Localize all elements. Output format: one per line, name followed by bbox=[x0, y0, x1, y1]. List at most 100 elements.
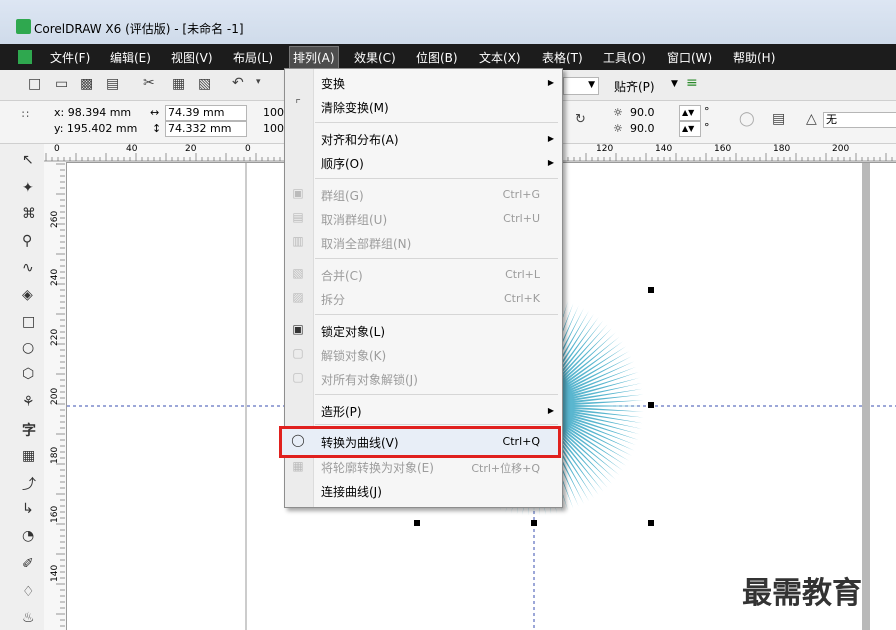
save-icon[interactable]: ▩ bbox=[80, 76, 93, 92]
angle-start-spinner[interactable]: ▲▼ bbox=[679, 105, 701, 121]
selection-handle[interactable] bbox=[648, 287, 654, 293]
alignment-guides-icon[interactable]: ≡ bbox=[686, 75, 698, 91]
polygon-tool-icon[interactable]: ⬡ bbox=[22, 366, 34, 382]
y-position-field[interactable]: y: 195.402 mm bbox=[54, 122, 137, 135]
menu-item-group[interactable]: 群组(G) bbox=[321, 187, 364, 204]
angle-end-field[interactable]: 90.0 bbox=[630, 122, 655, 135]
width-field[interactable]: 74.39 mm bbox=[165, 105, 247, 121]
menu-item-outline-to-object[interactable]: 将轮廓转换为对象(E) bbox=[321, 459, 434, 476]
undo-icon[interactable]: ↶ bbox=[232, 75, 244, 91]
app-menu-icon[interactable] bbox=[18, 50, 32, 64]
ungroup-all-icon: ▥ bbox=[292, 234, 304, 248]
cut-icon[interactable]: ✂ bbox=[143, 75, 155, 91]
menu-item-unlock-all[interactable]: 对所有对象解锁(J) bbox=[321, 371, 418, 388]
snap-dropdown-icon[interactable]: ▼ bbox=[671, 79, 678, 89]
crop-tool-icon[interactable]: ⌘ bbox=[22, 206, 36, 222]
menu-item-align-distribute[interactable]: 对齐和分布(A) bbox=[321, 131, 399, 148]
menu-text[interactable]: 文本(X) bbox=[479, 49, 521, 66]
scale-y-field[interactable]: 100 bbox=[263, 122, 284, 135]
submenu-arrow-icon: ▶ bbox=[547, 134, 554, 143]
fill-tool-icon[interactable]: ♨ bbox=[22, 610, 35, 626]
chevron-down-icon: ▼ bbox=[588, 80, 595, 90]
outline-tool-icon[interactable]: ♢ bbox=[22, 584, 35, 600]
menu-file[interactable]: 文件(F) bbox=[50, 49, 90, 66]
snap-to-label[interactable]: 贴齐(P) bbox=[614, 78, 655, 95]
menu-table[interactable]: 表格(T) bbox=[542, 49, 583, 66]
menu-window[interactable]: 窗口(W) bbox=[667, 49, 712, 66]
basic-shapes-icon[interactable]: ⚘ bbox=[22, 394, 35, 410]
selection-handle[interactable] bbox=[531, 520, 537, 526]
rectangle-tool-icon[interactable]: □ bbox=[22, 314, 35, 330]
connector-tool-icon[interactable]: ↳ bbox=[22, 501, 34, 517]
width-icon: ↔ bbox=[150, 106, 160, 119]
rotate-icon[interactable]: ↻ bbox=[575, 112, 586, 127]
menu-item-order[interactable]: 顺序(O) bbox=[321, 155, 364, 172]
window-title: CorelDRAW X6 (评估版) - [未命名 -1] bbox=[34, 22, 244, 36]
freehand-tool-icon[interactable]: ∿ bbox=[22, 260, 34, 276]
outline-width-field[interactable]: 无 bbox=[823, 112, 896, 128]
menu-item-join-curves[interactable]: 连接曲线(J) bbox=[321, 483, 382, 500]
menu-bitmaps[interactable]: 位图(B) bbox=[416, 49, 458, 66]
ruler-label: 140 bbox=[655, 144, 673, 154]
x-position-field[interactable]: x: 98.394 mm bbox=[54, 106, 131, 119]
menu-item-unlock-object[interactable]: 解锁对象(K) bbox=[321, 347, 386, 364]
selection-handle[interactable] bbox=[648, 402, 654, 408]
wrap-text-icon[interactable]: ▤ bbox=[772, 111, 785, 127]
outline-pen-icon[interactable]: △ bbox=[806, 111, 817, 127]
ruler-label: 20 bbox=[185, 144, 197, 154]
menu-edit[interactable]: 编辑(E) bbox=[110, 49, 151, 66]
clear-transform-icon: ⌜ bbox=[295, 97, 301, 111]
menu-item-convert-to-curves[interactable]: 转换为曲线(V) bbox=[321, 434, 399, 451]
zoom-tool-icon[interactable]: ⚲ bbox=[22, 233, 32, 249]
menu-item-shaping[interactable]: 造形(P) bbox=[321, 403, 362, 420]
direction-icon[interactable]: ◯ bbox=[739, 111, 755, 127]
zoom-select[interactable]: ▼ bbox=[563, 77, 599, 95]
paste-icon[interactable]: ▧ bbox=[198, 76, 211, 92]
menu-help[interactable]: 帮助(H) bbox=[733, 49, 775, 66]
scale-x-field[interactable]: 100 bbox=[263, 106, 284, 119]
menu-separator bbox=[315, 394, 558, 395]
eyedropper-tool-icon[interactable]: ✐ bbox=[22, 556, 34, 572]
convert-to-curves-icon: ◯ bbox=[291, 433, 305, 447]
blend-tool-icon[interactable]: ◔ bbox=[22, 528, 34, 544]
menu-item-clear-transform[interactable]: 清除变换(M) bbox=[321, 99, 389, 116]
table-tool-icon[interactable]: ▦ bbox=[22, 448, 35, 464]
new-document-icon[interactable]: □ bbox=[28, 76, 41, 92]
menu-item-combine[interactable]: 合并(C) bbox=[321, 267, 363, 284]
undo-dropdown-icon[interactable]: ▾ bbox=[256, 77, 261, 87]
selection-handle[interactable] bbox=[648, 520, 654, 526]
shortcut-ungroup: Ctrl+U bbox=[503, 212, 540, 225]
reference-point-icon[interactable]: ∷ bbox=[22, 108, 29, 121]
height-field[interactable]: 74.332 mm bbox=[165, 121, 247, 137]
copy-icon[interactable]: ▦ bbox=[172, 76, 185, 92]
ellipse-tool-icon[interactable]: ○ bbox=[22, 340, 34, 356]
angle-start-field[interactable]: 90.0 bbox=[630, 106, 655, 119]
angle-end-spinner[interactable]: ▲▼ bbox=[679, 121, 701, 137]
print-icon[interactable]: ▤ bbox=[106, 76, 119, 92]
menu-item-ungroup-all[interactable]: 取消全部群组(N) bbox=[321, 235, 411, 252]
coreldraw-logo-icon bbox=[16, 19, 31, 34]
menu-view[interactable]: 视图(V) bbox=[171, 49, 213, 66]
menu-layout[interactable]: 布局(L) bbox=[233, 49, 273, 66]
open-folder-icon[interactable]: ▭ bbox=[55, 76, 68, 92]
text-tool-icon[interactable]: 字 bbox=[22, 420, 36, 440]
dimension-tool-icon[interactable]: ⤴ bbox=[22, 474, 36, 494]
menu-item-break-apart[interactable]: 拆分 bbox=[321, 291, 345, 308]
menu-item-transform[interactable]: 变换 bbox=[321, 75, 345, 92]
ruler-label: 200 bbox=[832, 144, 850, 154]
menu-item-lock-object[interactable]: 锁定对象(L) bbox=[321, 323, 385, 340]
menu-item-ungroup[interactable]: 取消群组(U) bbox=[321, 211, 387, 228]
ruler-label: 40 bbox=[126, 144, 138, 154]
menu-separator bbox=[315, 178, 558, 179]
menu-effects[interactable]: 效果(C) bbox=[354, 49, 396, 66]
smart-fill-icon[interactable]: ◈ bbox=[22, 287, 33, 303]
selection-handle[interactable] bbox=[414, 520, 420, 526]
shape-tool-icon[interactable]: ✦ bbox=[22, 180, 34, 196]
vertical-ruler[interactable]: 260 240 220 200 180 160 140 bbox=[44, 162, 67, 630]
pick-tool-icon[interactable]: ↖ bbox=[22, 152, 34, 168]
degree-icon: ° bbox=[704, 105, 710, 118]
outline-to-object-icon: ▦ bbox=[292, 459, 304, 473]
menu-tools[interactable]: 工具(O) bbox=[603, 49, 646, 66]
menu-arrange[interactable]: 排列(A) bbox=[289, 46, 339, 69]
menu-separator bbox=[315, 122, 558, 123]
